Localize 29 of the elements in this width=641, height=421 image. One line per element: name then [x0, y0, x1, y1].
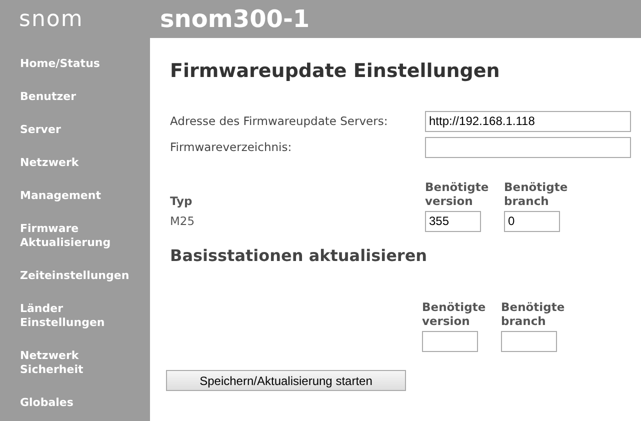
sidebar-item[interactable]: Länder Einstellungen [20, 302, 150, 330]
column-header: Typ [170, 194, 194, 208]
page-heading: Firmwareupdate Einstellungen [170, 60, 501, 82]
sidebar-item[interactable]: Server [20, 123, 150, 137]
input-field[interactable] [425, 136, 631, 158]
sidebar-item[interactable]: Netzwerk [20, 156, 150, 170]
table-cell-text: M25 [170, 214, 196, 228]
sidebar-item[interactable]: Globales [20, 396, 150, 410]
input-field[interactable]: 0 [504, 210, 560, 232]
sidebar-item[interactable]: Firmware Aktualisierung [20, 222, 150, 250]
device-title: snom300-1 [159, 5, 310, 33]
save-button[interactable]: Speichern/Aktualisierung starten [166, 370, 406, 391]
column-header: Benötigte version [422, 300, 487, 328]
sidebar-item[interactable]: Zeiteinstellungen [20, 269, 150, 283]
field-label: Adresse des Firmwareupdate Servers: [170, 114, 389, 128]
section-heading: Basisstationen aktualisieren [170, 246, 428, 264]
column-header: Benötigte branch [501, 300, 566, 328]
sidebar-item[interactable]: Home/Status [20, 57, 150, 71]
sidebar-item[interactable]: Netzwerk Sicherheit [20, 349, 150, 377]
input-field[interactable]: http://192.168.1.118 [425, 110, 631, 132]
sidebar-item[interactable]: Management [20, 189, 150, 203]
column-header: Benötigte branch [504, 180, 569, 208]
input-field[interactable]: 355 [425, 210, 481, 232]
field-label: Firmwareverzeichnis: [170, 140, 293, 154]
column-header: Benötigte version [425, 180, 490, 208]
input-field[interactable] [501, 331, 557, 352]
logo: snom [18, 6, 84, 32]
sidebar-item[interactable]: Benutzer [20, 90, 150, 104]
input-field[interactable] [422, 331, 478, 352]
